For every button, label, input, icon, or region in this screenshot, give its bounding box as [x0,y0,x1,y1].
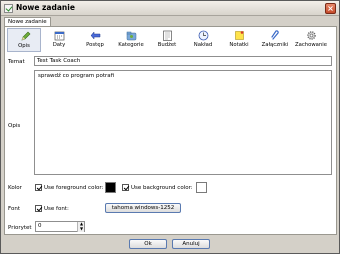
color-label: Kolor [8,185,22,191]
tool-description[interactable]: Opis [7,28,41,52]
tool-budget[interactable]: Budżet [150,28,184,52]
background-color-swatch[interactable] [196,182,207,193]
budget-icon [163,30,172,41]
use-font-checkbox[interactable] [35,205,42,212]
close-button[interactable]: × [325,3,336,14]
tool-effort[interactable]: Nakład [186,28,220,52]
font-label: Font [8,206,20,212]
foreground-color-swatch[interactable] [105,182,116,193]
priority-spin-buttons[interactable]: ▲ ▼ [77,222,84,232]
description-label: Opis [8,123,21,129]
priority-value: 0 [38,223,42,229]
calendar-icon [54,31,65,41]
pencil-icon [21,31,31,41]
window-title: Nowe zadanie [16,3,75,12]
tool-progress[interactable]: Postęp [78,28,112,52]
use-foreground-label: Use foreground color: [44,185,104,191]
task-app-icon [4,4,13,13]
progress-icon [90,31,101,40]
clock-icon [198,30,209,41]
use-foreground-checkbox[interactable] [35,184,42,191]
dialog-button-bar: Ok Anuluj [1,236,339,254]
tool-notes[interactable]: Notatki [222,28,256,52]
use-font-label: Use font: [44,206,69,212]
title-bar[interactable]: Nowe zadanie × [1,1,339,16]
subject-label: Temat [8,59,25,65]
priority-label: Priorytet [8,225,32,231]
subject-field[interactable]: Test Task Coach [34,56,332,66]
use-background-checkbox[interactable] [122,184,129,191]
tool-label: Zachowanie [294,42,328,48]
tool-categories[interactable]: Kategorie [114,28,148,52]
font-select-button[interactable]: tahoma windows-1252 [105,203,181,213]
tool-behavior[interactable]: Zachowanie [294,28,328,52]
gear-icon [307,31,316,40]
use-background-label: Use background color: [131,185,193,191]
dialog-window: Nowe zadanie × Nowe zadanie Opis Daty Po… [0,0,340,254]
description-field[interactable]: sprawdź co program potrafi [34,70,332,175]
categories-icon [126,31,137,41]
spin-down-icon[interactable]: ▼ [79,227,84,231]
tool-dates[interactable]: Daty [42,28,76,52]
tool-attachments[interactable]: Załączniki [258,28,292,52]
ok-button[interactable]: Ok [129,239,167,249]
notes-icon [235,31,244,40]
cancel-button[interactable]: Anuluj [172,239,210,249]
page-toolbar: Opis Daty Postęp Kategorie Budżet Nakład… [6,28,334,52]
paperclip-icon [271,30,279,40]
